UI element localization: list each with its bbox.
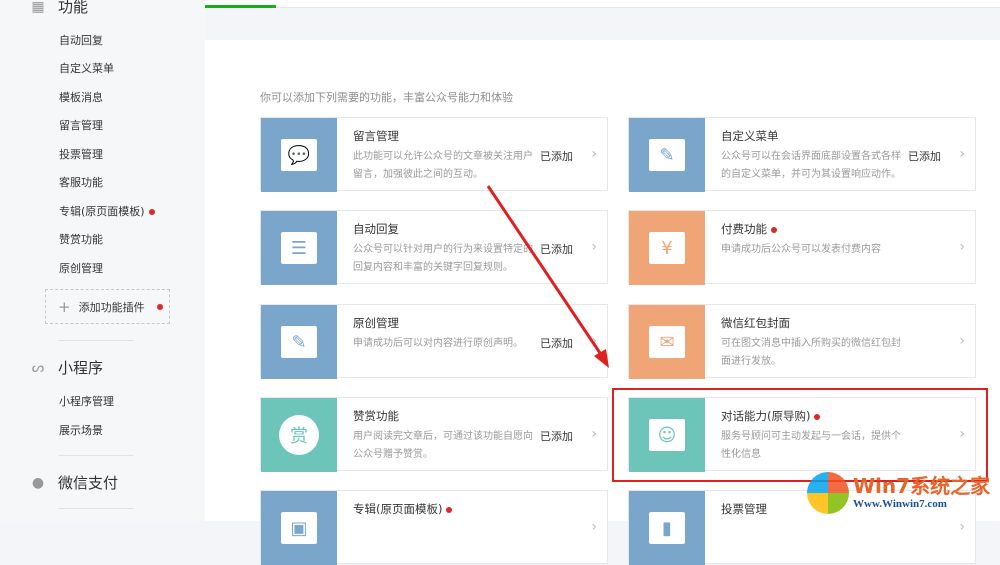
- added-status: 已添加: [540, 150, 573, 163]
- chevron-right-icon[interactable]: ›: [591, 426, 597, 442]
- feature-card[interactable]: ✎ 原创管理 申请成功后可以对内容进行原创声明。 已添加 ›: [260, 304, 608, 379]
- card-description: 公众号可以针对用户的行为来设置特定的回复内容和丰富的关键字回复规则。: [353, 244, 533, 273]
- sidebar-item-album[interactable]: 专辑(原页面模板): [59, 203, 155, 219]
- card-description: 可在图文消息中插入所购买的微信红包封面进行发放。: [721, 338, 901, 367]
- new-dot: [156, 303, 163, 310]
- sidebar-item[interactable]: 小程序管理: [59, 393, 114, 409]
- feature-card[interactable]: ✎ 自定义菜单 公众号可以在会话界面底部设置各式各样的自定义菜单，并可为其设置响…: [628, 117, 976, 192]
- added-status: 已添加: [540, 243, 573, 256]
- sidebar-item[interactable]: 投票管理: [59, 146, 103, 162]
- chart-icon: ▮: [629, 491, 705, 565]
- sidebar-item[interactable]: 赞赏功能: [59, 231, 103, 247]
- card-title: 自动回复: [353, 222, 399, 236]
- added-status: 已添加: [540, 337, 573, 350]
- yen-icon: ¥: [629, 211, 705, 285]
- card-title: 付费功能: [721, 221, 777, 237]
- card-title: 自定义菜单: [721, 129, 779, 143]
- card-title: 投票管理: [721, 502, 767, 516]
- sidebar-section-miniprogram[interactable]: ᔕ 小程序: [30, 357, 103, 378]
- chevron-right-icon[interactable]: ›: [959, 146, 965, 162]
- sidebar-item[interactable]: 留言管理: [59, 117, 103, 133]
- sidebar-item[interactable]: 模板消息: [59, 89, 103, 105]
- watermark: Win7系统之家 Www.Winwin7.com: [805, 468, 1000, 521]
- chevron-right-icon[interactable]: ›: [959, 239, 965, 255]
- chevron-right-icon[interactable]: ›: [959, 519, 965, 535]
- feature-card[interactable]: ¥ 付费功能 申请成功后公众号可以发表付费内容 ›: [628, 210, 976, 285]
- card-description: 公众号可以在会话界面底部设置各式各样的自定义菜单，并可为其设置响应动作。: [721, 151, 901, 180]
- card-title: 赞赏功能: [353, 409, 399, 423]
- divider: [58, 455, 134, 456]
- new-dot: [148, 209, 155, 215]
- card-description: 申请成功后公众号可以发表付费内容: [721, 244, 881, 255]
- feature-card[interactable]: ✉ 微信红包封面 可在图文消息中插入所购买的微信红包封面进行发放。 ›: [628, 304, 976, 379]
- card-description: 申请成功后可以对内容进行原创声明。: [353, 338, 523, 349]
- plus-icon: +: [58, 297, 71, 316]
- card-description: 此功能可以允许公众号的文章被关注用户留言，加强彼此之间的互动。: [353, 151, 533, 180]
- sidebar-section-pay[interactable]: ● 微信支付: [30, 472, 118, 493]
- edit-circle-icon: ✎: [261, 305, 337, 379]
- card-description: 用户阅读完文章后，可通过该功能自愿向公众号赠予赞赏。: [353, 431, 533, 460]
- card-title: 原创管理: [353, 316, 399, 330]
- chevron-right-icon[interactable]: ›: [959, 333, 965, 349]
- feature-card[interactable]: 赏 赞赏功能 用户阅读完文章后，可通过该功能自愿向公众号赠予赞赏。 已添加 ›: [260, 397, 608, 472]
- sidebar-item[interactable]: 自动回复: [59, 32, 103, 48]
- comment-icon: 💬: [261, 118, 337, 192]
- chevron-right-icon[interactable]: ›: [591, 519, 597, 535]
- chevron-right-icon[interactable]: ›: [591, 239, 597, 255]
- card-title: 留言管理: [353, 129, 399, 143]
- wechat-pay-icon: ●: [31, 474, 45, 491]
- new-dot: [446, 506, 453, 513]
- chevron-right-icon[interactable]: ›: [591, 333, 597, 349]
- red-packet-icon: ✉: [629, 305, 705, 379]
- sidebar: ▦ 功能 自动回复 自定义菜单 模板消息 留言管理 投票管理 客服功能 专辑(原页…: [0, 0, 205, 521]
- divider: [58, 508, 134, 509]
- feature-card[interactable]: ☰ 自动回复 公众号可以针对用户的行为来设置特定的回复内容和丰富的关键字回复规则…: [260, 210, 608, 285]
- add-plugin-button[interactable]: + 添加功能插件: [45, 289, 170, 324]
- windows-logo-icon: [807, 472, 849, 514]
- added-status: 已添加: [540, 430, 573, 443]
- sidebar-item[interactable]: 客服功能: [59, 174, 103, 190]
- intro-text: 你可以添加下列需要的功能，丰富公众号能力和体验: [260, 91, 513, 104]
- feature-card[interactable]: ▣ 专辑(原页面模板) ›: [260, 490, 608, 565]
- grid-icon: ▦: [31, 0, 45, 15]
- sidebar-item[interactable]: 自定义菜单: [59, 60, 114, 76]
- sidebar-item[interactable]: 展示场景: [59, 422, 103, 438]
- card-title: 微信红包封面: [721, 316, 790, 330]
- new-dot: [771, 226, 777, 233]
- divider: [58, 340, 134, 341]
- tab-bar: [205, 0, 1000, 8]
- link-icon: ᔕ: [31, 359, 45, 376]
- feature-card[interactable]: 💬 留言管理 此功能可以允许公众号的文章被关注用户留言，加强彼此之间的互动。 已…: [260, 117, 608, 192]
- active-tab-indicator: [205, 5, 276, 8]
- chevron-right-icon[interactable]: ›: [591, 146, 597, 162]
- message-lines-icon: ☰: [261, 211, 337, 285]
- sidebar-item[interactable]: 原创管理: [59, 260, 103, 276]
- pencil-icon: ✎: [629, 118, 705, 192]
- reward-icon: 赏: [261, 398, 337, 472]
- added-status: 已添加: [908, 150, 941, 163]
- album-icon: ▣: [261, 491, 337, 565]
- sidebar-section-functions[interactable]: ▦ 功能: [30, 0, 88, 17]
- card-title: 专辑(原页面模板): [353, 501, 453, 517]
